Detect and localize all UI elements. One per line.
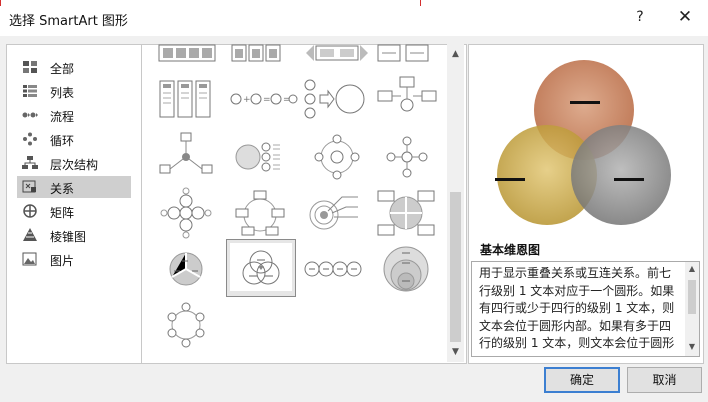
layout-thumbnail[interactable] [302, 43, 372, 67]
category-label: 流程 [50, 110, 75, 124]
category-label: 层次结构 [50, 158, 99, 172]
category-item-matrix[interactable]: 矩阵 [17, 200, 131, 222]
category-item-pyramid[interactable]: 棱锥图 [17, 224, 131, 246]
category-item-process[interactable]: 流程 [17, 104, 131, 126]
venn-label-bar [495, 178, 525, 181]
scrollbar-thumb[interactable] [688, 280, 696, 314]
layout-thumbnail[interactable] [154, 185, 224, 241]
category-item-all[interactable]: 全部 [17, 56, 131, 78]
venn-label-bar [614, 178, 644, 181]
ok-button[interactable]: 确定 [544, 367, 620, 393]
scroll-up-icon[interactable]: ▲ [685, 264, 699, 273]
category-item-list[interactable]: 列表 [17, 80, 131, 102]
layout-thumbnail[interactable] [154, 241, 224, 297]
layout-gallery: + = = [141, 44, 467, 364]
category-list: 全部 列表 流程 循环 层次结构 关系 矩阵 棱锥图 图片 [6, 44, 142, 364]
category-label: 关系 [50, 182, 75, 196]
description-scrollbar[interactable]: ▲ ▼ [685, 262, 699, 356]
category-item-relationship[interactable]: 关系 [17, 176, 131, 198]
svg-text:=: = [263, 95, 271, 105]
layout-thumbnail[interactable] [302, 241, 372, 297]
cycle-icon [23, 132, 37, 146]
layout-thumbnail[interactable] [154, 297, 224, 353]
layout-thumbnail[interactable] [302, 71, 372, 127]
dialog-title: 选择 SmartArt 图形 [9, 14, 128, 29]
scroll-down-icon[interactable]: ▼ [447, 344, 464, 360]
layout-thumbnail[interactable] [302, 129, 372, 185]
help-button[interactable]: ? [633, 9, 647, 25]
layout-thumbnail[interactable] [374, 43, 444, 67]
cancel-button[interactable]: 取消 [627, 367, 702, 393]
matrix-icon [23, 204, 37, 218]
category-item-picture[interactable]: 图片 [17, 248, 131, 270]
layout-thumbnail[interactable] [374, 71, 444, 127]
scroll-up-icon[interactable]: ▲ [447, 46, 464, 62]
layout-thumbnail[interactable] [374, 185, 444, 241]
hierarchy-icon [22, 156, 38, 169]
layout-thumbnail-selected[interactable] [226, 239, 296, 297]
relationship-icon [22, 180, 36, 193]
layout-thumbnail[interactable] [374, 129, 444, 185]
category-item-hierarchy[interactable]: 层次结构 [17, 152, 131, 174]
category-label: 棱锥图 [50, 230, 87, 244]
red-marker [0, 0, 1, 6]
venn-label-bar [570, 101, 600, 104]
svg-text:+: + [243, 95, 251, 105]
layout-thumbnail[interactable]: + = = [228, 71, 298, 127]
layout-thumbnail[interactable] [302, 185, 372, 241]
category-label: 列表 [50, 86, 75, 100]
gallery-scrollbar[interactable]: ▲ ▼ [447, 44, 464, 362]
category-item-cycle[interactable]: 循环 [17, 128, 131, 150]
layout-thumbnail[interactable] [228, 185, 298, 241]
pyramid-icon [23, 228, 37, 241]
title-bar: 选择 SmartArt 图形 ? ✕ [0, 0, 708, 36]
process-icon [22, 112, 38, 118]
category-label: 图片 [50, 254, 75, 268]
smartart-dialog: 选择 SmartArt 图形 ? ✕ 全部 列表 流程 循环 层次结构 关系 矩… [0, 0, 708, 402]
venn-preview [495, 60, 671, 225]
layout-thumbnail[interactable] [228, 43, 298, 67]
description-text: 用于显示重叠关系或互连关系。前七行级别 1 文本对应于一个圆形。如果有四行或少于… [479, 266, 675, 350]
preview-panel: 基本维恩图 用于显示重叠关系或互连关系。前七行级别 1 文本对应于一个圆形。如果… [468, 44, 704, 364]
category-label: 全部 [50, 62, 75, 76]
scrollbar-thumb[interactable] [450, 192, 461, 342]
scroll-down-icon[interactable]: ▼ [685, 342, 699, 351]
category-label: 矩阵 [50, 206, 75, 220]
venn-circle-right [571, 125, 671, 225]
preview-title: 基本维恩图 [480, 243, 541, 257]
close-button[interactable]: ✕ [676, 8, 694, 26]
layout-thumbnail[interactable] [374, 241, 444, 297]
preview-description: 用于显示重叠关系或互连关系。前七行级别 1 文本对应于一个圆形。如果有四行或少于… [471, 261, 700, 357]
category-label: 循环 [50, 134, 75, 148]
grid-icon [23, 61, 37, 73]
red-marker [420, 0, 421, 6]
layout-thumbnail[interactable] [154, 43, 224, 67]
layout-thumbnail[interactable] [154, 129, 224, 185]
picture-icon [22, 252, 37, 266]
layout-thumbnail[interactable] [228, 129, 298, 185]
list-icon [23, 85, 37, 97]
layout-thumbnail[interactable] [154, 71, 224, 127]
